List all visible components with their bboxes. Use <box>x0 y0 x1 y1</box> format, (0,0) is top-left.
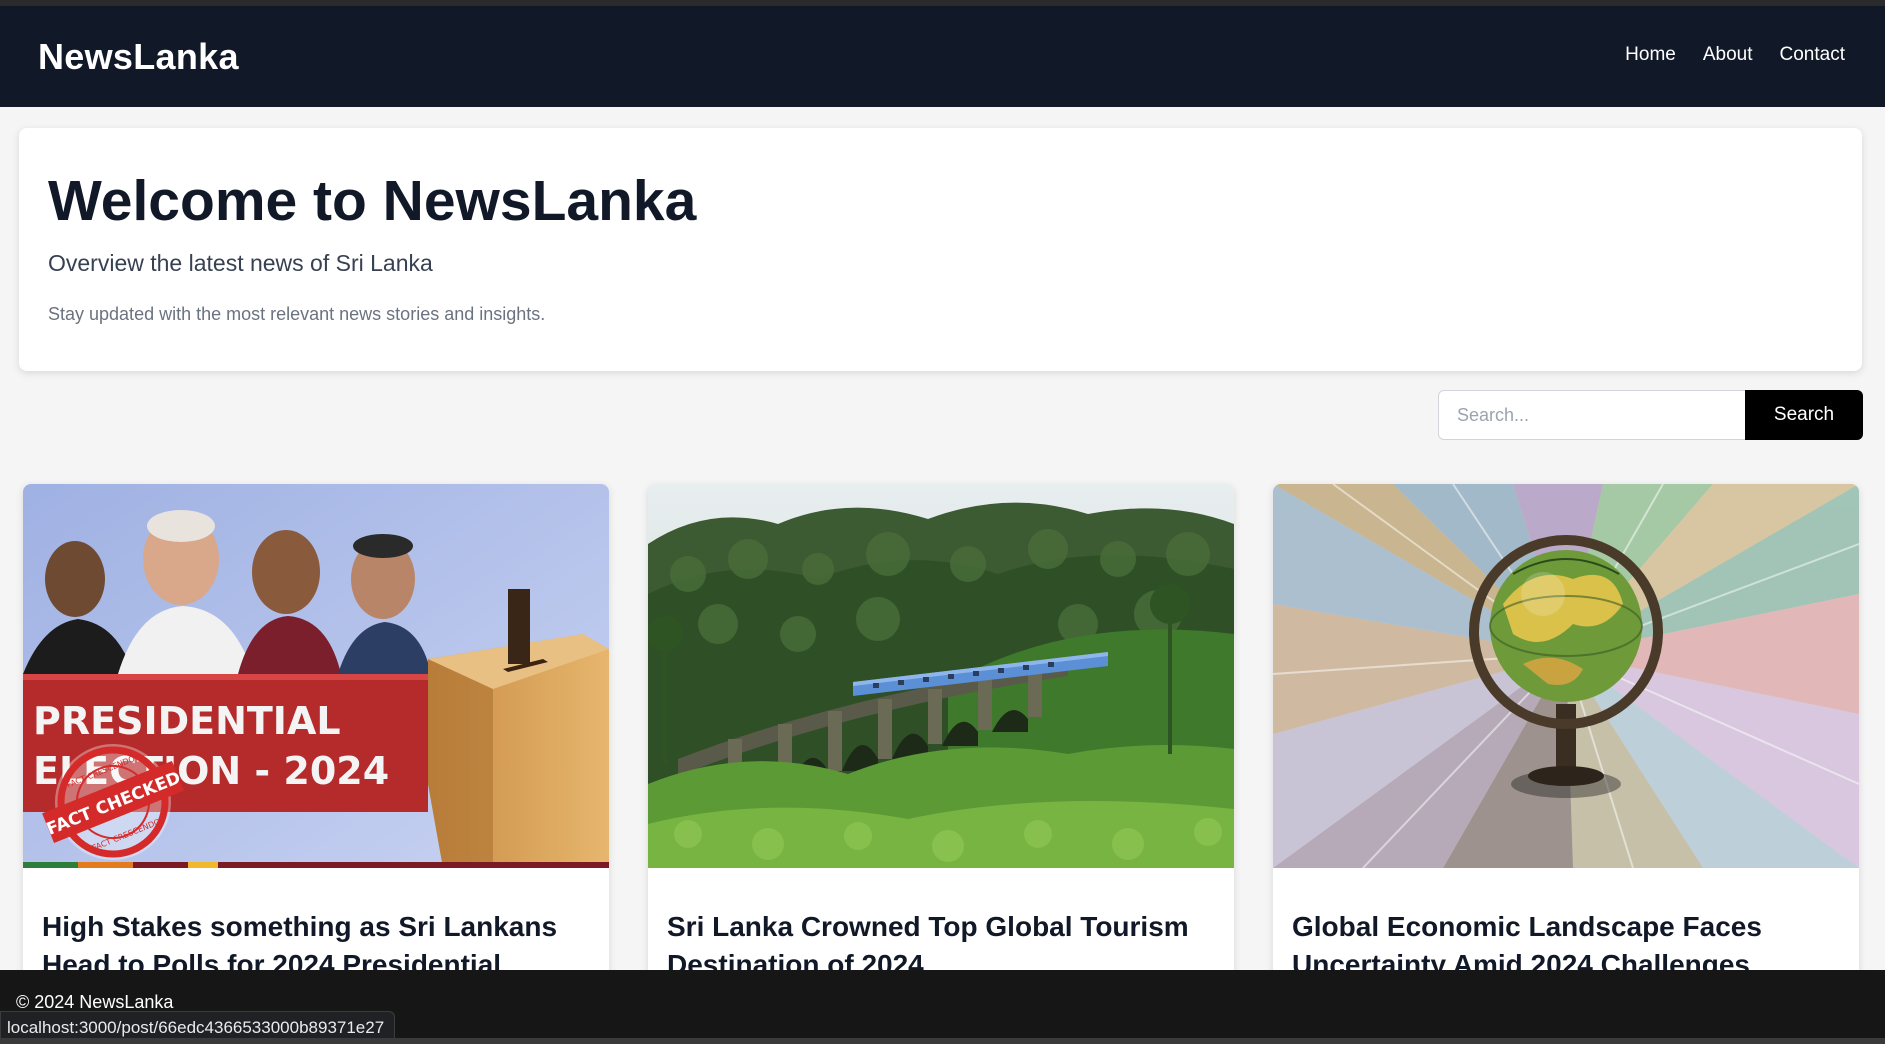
news-card[interactable]: Sri Lanka Crowned Top Global Tourism Des… <box>648 484 1234 1038</box>
search-input[interactable] <box>1438 390 1745 440</box>
banner-text-line1: PRESIDENTIAL <box>33 699 341 743</box>
search-button[interactable]: Search <box>1745 390 1863 440</box>
page-viewport: NewsLanka Home About Contact Welcome to … <box>0 6 1885 1038</box>
page-title: Welcome to NewsLanka <box>48 169 697 233</box>
news-card[interactable]: PRESIDENTIAL ELECTION - 2024 FACT CHECKE… <box>23 484 609 1038</box>
nav-links: Home About Contact <box>1598 44 1845 66</box>
hero-subtitle: Overview the latest news of Sri Lanka <box>48 250 433 276</box>
globe-currency-image <box>1273 484 1859 868</box>
brand-logo[interactable]: NewsLanka <box>38 36 239 78</box>
train-bridge-image <box>648 484 1234 868</box>
nav-link-contact[interactable]: Contact <box>1780 44 1845 66</box>
browser-frame-bottom <box>0 1038 1885 1044</box>
election-banner-image: PRESIDENTIAL ELECTION - 2024 FACT CHECKE… <box>23 484 609 868</box>
search-form: Search <box>1438 390 1863 440</box>
news-card[interactable]: Global Economic Landscape Faces Uncertai… <box>1273 484 1859 1038</box>
footer-copyright: © 2024 NewsLanka <box>16 992 174 1012</box>
hero-section: Welcome to NewsLanka Overview the latest… <box>19 128 1862 371</box>
navbar: NewsLanka Home About Contact <box>0 6 1885 107</box>
nav-link-about[interactable]: About <box>1703 44 1753 66</box>
nav-link-home[interactable]: Home <box>1625 44 1676 66</box>
link-preview-status: localhost:3000/post/66edc4366533000b8937… <box>0 1011 396 1038</box>
hero-description: Stay updated with the most relevant news… <box>48 304 546 324</box>
